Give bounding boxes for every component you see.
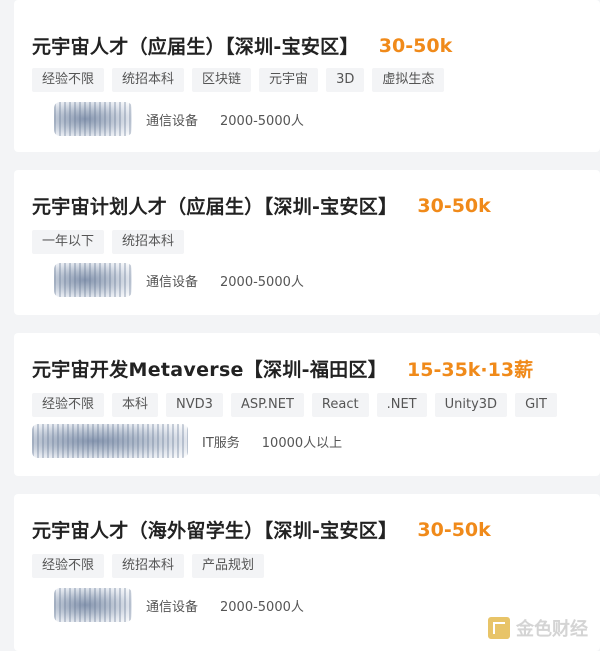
job-tag: 统招本科 bbox=[112, 230, 185, 254]
job-tag: 一年以下 bbox=[32, 230, 105, 254]
job-card-1[interactable]: 元宇宙人才（应届生）【深圳-宝安区】 30-50k 经验不限 统招本科 区块链 … bbox=[14, 0, 600, 152]
job-tag: 区块链 bbox=[192, 68, 252, 92]
job-tag: GIT bbox=[515, 393, 557, 417]
job-card-2[interactable]: 元宇宙计划人才（应届生）【深圳-宝安区】 30-50k 一年以下 统招本科 通信… bbox=[14, 170, 600, 315]
company-row: 通信设备 2000-5000人 bbox=[54, 102, 304, 136]
job-salary: 30-50k bbox=[417, 518, 491, 541]
watermark-text: 金色财经 bbox=[516, 619, 588, 640]
job-title[interactable]: 元宇宙人才（应届生）【深圳-宝安区】 bbox=[32, 32, 359, 59]
job-tag: 经验不限 bbox=[32, 554, 105, 578]
job-tag: 经验不限 bbox=[32, 68, 105, 92]
job-tag: 统招本科 bbox=[112, 68, 185, 92]
company-logo-blurred[interactable] bbox=[32, 424, 188, 458]
job-tag: 虚拟生态 bbox=[372, 68, 445, 92]
job-tag: 本科 bbox=[112, 393, 159, 417]
company-row: 通信设备 2000-5000人 bbox=[54, 588, 304, 622]
job-title-row: 元宇宙开发Metaverse【深圳-福田区】 15-35k·13薪 bbox=[32, 355, 533, 382]
job-tags: 经验不限 本科 NVD3 ASP.NET React .NET Unity3D … bbox=[32, 393, 557, 417]
job-title[interactable]: 元宇宙开发Metaverse【深圳-福田区】 bbox=[32, 355, 387, 382]
company-row: 通信设备 2000-5000人 bbox=[54, 263, 304, 297]
company-logo-blurred[interactable] bbox=[54, 588, 132, 622]
company-industry: IT服务 bbox=[202, 435, 240, 451]
job-title-row: 元宇宙计划人才（应届生）【深圳-宝安区】 30-50k bbox=[32, 192, 491, 219]
job-tags: 一年以下 统招本科 bbox=[32, 230, 185, 254]
job-title[interactable]: 元宇宙计划人才（应届生）【深圳-宝安区】 bbox=[32, 192, 397, 219]
job-salary: 30-50k bbox=[417, 194, 491, 217]
company-industry: 通信设备 bbox=[146, 599, 199, 615]
job-tag: 元宇宙 bbox=[259, 68, 319, 92]
company-industry: 通信设备 bbox=[146, 113, 199, 129]
job-tag: 产品规划 bbox=[192, 554, 265, 578]
watermark: 金色财经 bbox=[488, 615, 588, 641]
job-tag: React bbox=[311, 393, 369, 417]
job-tag: Unity3D bbox=[434, 393, 508, 417]
job-tag: 经验不限 bbox=[32, 393, 105, 417]
company-logo-blurred[interactable] bbox=[54, 263, 132, 297]
company-logo-blurred[interactable] bbox=[54, 102, 132, 136]
company-size: 2000-5000人 bbox=[220, 274, 304, 290]
job-tag: .NET bbox=[376, 393, 427, 417]
company-size: 2000-5000人 bbox=[220, 599, 304, 615]
job-salary: 30-50k bbox=[378, 34, 453, 57]
job-tags: 经验不限 统招本科 产品规划 bbox=[32, 554, 265, 578]
job-salary: 15-35k·13薪 bbox=[407, 359, 534, 381]
job-title[interactable]: 元宇宙人才（海外留学生）【深圳-宝安区】 bbox=[32, 516, 397, 543]
company-row: IT服务 10000人以上 bbox=[32, 424, 342, 458]
job-card-3[interactable]: 元宇宙开发Metaverse【深圳-福田区】 15-35k·13薪 经验不限 本… bbox=[14, 333, 600, 476]
company-size: 2000-5000人 bbox=[220, 113, 304, 129]
jinse-logo-icon bbox=[488, 617, 510, 639]
job-title-row: 元宇宙人才（应届生）【深圳-宝安区】 30-50k bbox=[32, 32, 452, 59]
job-tag: NVD3 bbox=[166, 393, 223, 417]
job-tags: 经验不限 统招本科 区块链 元宇宙 3D 虚拟生态 bbox=[32, 68, 445, 92]
company-size: 10000人以上 bbox=[261, 435, 343, 451]
job-tag: 统招本科 bbox=[112, 554, 185, 578]
job-tag: 3D bbox=[326, 68, 365, 92]
job-tag: ASP.NET bbox=[230, 393, 304, 417]
company-industry: 通信设备 bbox=[146, 274, 199, 290]
job-title-row: 元宇宙人才（海外留学生）【深圳-宝安区】 30-50k bbox=[32, 516, 491, 543]
